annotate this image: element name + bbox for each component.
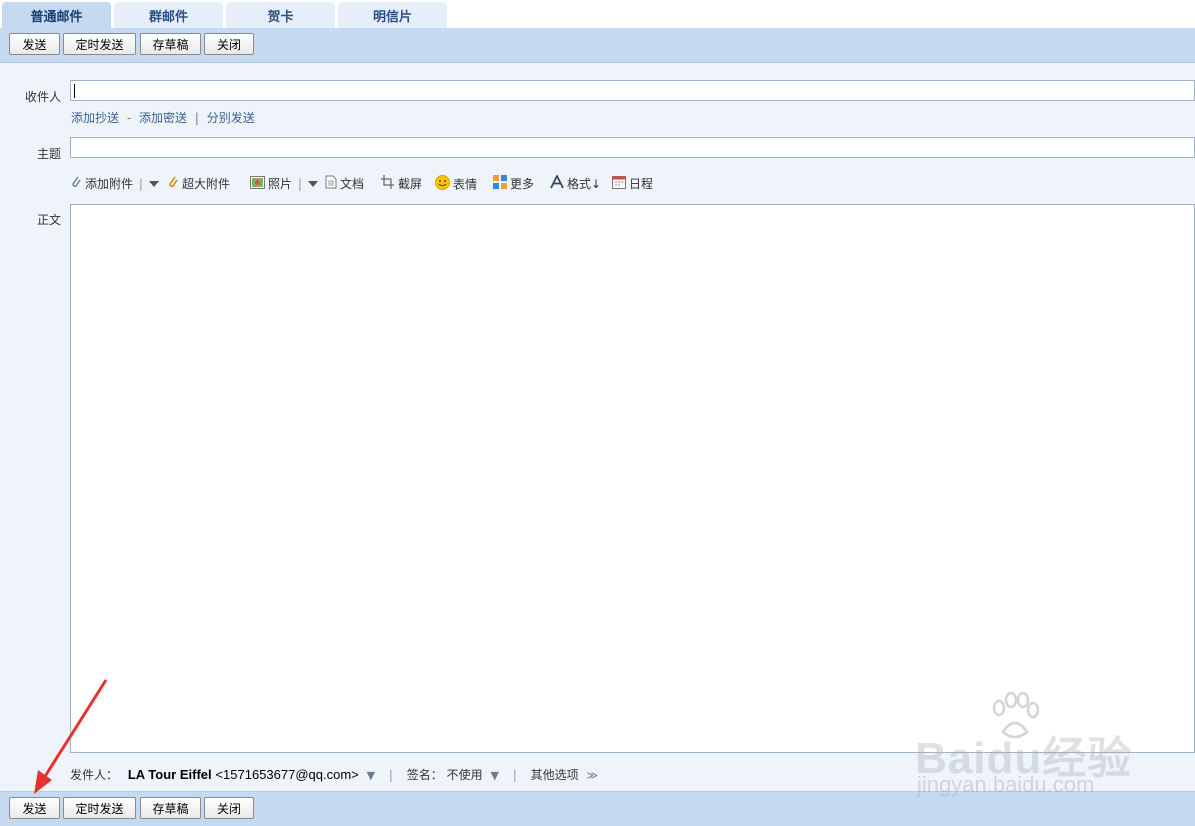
photo-dropdown-icon[interactable] <box>307 177 318 191</box>
add-attachment-label: 添加附件 <box>85 177 134 191</box>
save-draft-button[interactable]: 存草稿 <box>140 33 201 55</box>
scissors-icon <box>380 175 395 194</box>
scheduled-send-button-bottom[interactable]: 定时发送 <box>63 797 136 819</box>
subject-input[interactable] <box>70 137 1195 158</box>
add-attachment-button[interactable]: 添加附件 | <box>70 175 159 193</box>
tab-group-mail[interactable]: 群邮件 <box>114 2 223 28</box>
text-caret <box>74 84 75 98</box>
close-button-bottom[interactable]: 关闭 <box>204 797 254 819</box>
photo-button[interactable]: 照片 | <box>250 175 318 193</box>
signature-value[interactable]: 不使用 <box>447 768 483 782</box>
send-button-bottom[interactable]: 发送 <box>9 797 60 819</box>
format-button[interactable]: 格式↓ <box>550 173 602 194</box>
recipient-links: 添加抄送 - 添加密送 | 分别发送 <box>71 109 255 126</box>
signature-dropdown-icon[interactable]: ▼ <box>490 769 498 782</box>
large-paperclip-icon <box>167 175 179 194</box>
paperclip-icon <box>70 175 82 194</box>
sender-email[interactable]: <1571653677@qq.com> <box>215 767 358 782</box>
grid-icon <box>493 175 507 194</box>
screenshot-button[interactable]: 截屏 <box>380 175 422 193</box>
subject-label: 主题 <box>36 147 61 161</box>
save-draft-button-bottom[interactable]: 存草稿 <box>140 797 201 819</box>
sender-name[interactable]: LA Tour Eiffel <box>128 767 212 782</box>
body-label: 正文 <box>36 213 61 227</box>
large-attachment-button[interactable]: 超大附件 <box>167 175 230 193</box>
photo-label: 照片 <box>268 177 293 191</box>
document-icon <box>325 175 337 194</box>
add-cc-link[interactable]: 添加抄送 <box>71 111 119 125</box>
other-options-link[interactable]: 其他选项 <box>531 768 579 782</box>
chevron-double-down-icon[interactable]: ≫ <box>586 769 598 782</box>
compose-tabs: 普通邮件 群邮件 贺卡 明信片 <box>0 0 1195 28</box>
sender-separator: | <box>388 768 393 782</box>
font-format-icon <box>550 173 564 194</box>
photo-icon <box>250 175 265 194</box>
large-attachment-label: 超大附件 <box>182 177 231 191</box>
document-label: 文档 <box>340 177 365 191</box>
emoji-label: 表情 <box>453 177 478 192</box>
scheduled-send-button[interactable]: 定时发送 <box>63 33 136 55</box>
close-button[interactable]: 关闭 <box>204 33 254 55</box>
link-separator: | <box>194 111 199 125</box>
compose-panel: 收件人 添加抄送 - 添加密送 | 分别发送 主题 添加附件 | 超大附件 照片… <box>0 63 1195 791</box>
add-bcc-link[interactable]: 添加密送 <box>139 111 187 125</box>
format-label: 格式↓ <box>567 177 602 191</box>
tab-normal-mail[interactable]: 普通邮件 <box>2 2 111 28</box>
document-button[interactable]: 文档 <box>325 175 364 193</box>
link-dash: - <box>126 111 132 125</box>
screenshot-label: 截屏 <box>398 177 423 191</box>
sender-row: 发件人： LA Tour Eiffel <1571653677@qq.com> … <box>70 766 598 784</box>
calendar-icon <box>612 175 626 194</box>
more-label: 更多 <box>510 177 535 191</box>
to-label: 收件人 <box>24 90 61 104</box>
sender-dropdown-icon[interactable]: ▼ <box>367 769 375 782</box>
smiley-icon <box>435 175 450 195</box>
split-send-link[interactable]: 分别发送 <box>207 111 255 125</box>
add-attachment-dropdown-icon[interactable] <box>148 177 159 191</box>
signature-label: 签名： <box>406 768 443 782</box>
tab-postcard[interactable]: 明信片 <box>338 2 447 28</box>
tab-greeting-card[interactable]: 贺卡 <box>226 2 335 28</box>
top-toolbar: 发送 定时发送 存草稿 关闭 <box>0 28 1195 63</box>
body-editor[interactable] <box>70 204 1195 753</box>
options-separator: | <box>512 768 517 782</box>
annotation-arrow-icon <box>34 679 108 794</box>
send-button[interactable]: 发送 <box>9 33 60 55</box>
schedule-button[interactable]: 日程 <box>612 175 653 193</box>
emoji-button[interactable]: 表情 <box>435 175 477 193</box>
to-input[interactable] <box>70 80 1195 101</box>
more-button[interactable]: 更多 <box>493 175 534 193</box>
schedule-label: 日程 <box>629 177 654 191</box>
bottom-toolbar: 发送 定时发送 存草稿 关闭 <box>0 791 1195 826</box>
